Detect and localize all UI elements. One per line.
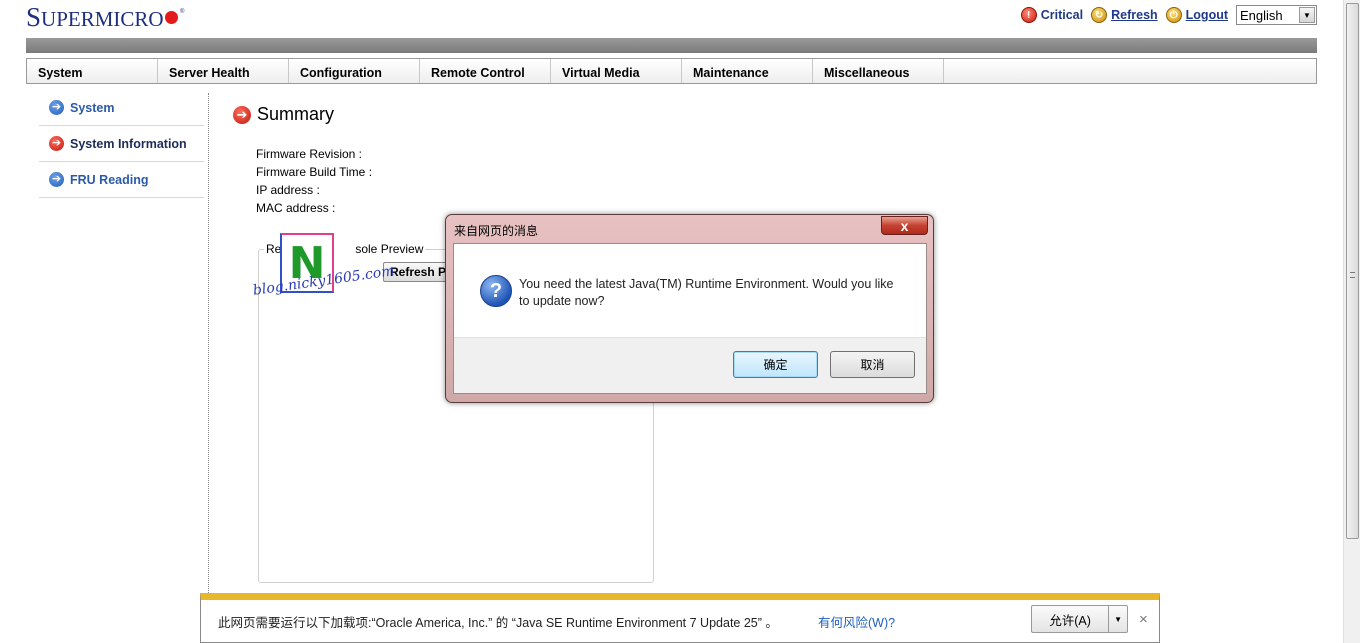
critical-label: Critical (1040, 8, 1084, 22)
nav-server-health[interactable]: Server Health (158, 59, 289, 83)
firmware-revision-label: Firmware Revision : (256, 147, 363, 161)
nav-remote-control[interactable]: Remote Control (420, 59, 551, 83)
scrollbar-thumb[interactable] (1346, 3, 1359, 539)
header-actions: ! Critical ↻ Refresh ⏻ Logout English ▼ (1020, 5, 1317, 25)
chevron-down-icon[interactable]: ▼ (1108, 606, 1127, 632)
arrow-right-circle-red-icon: ➔ (233, 105, 251, 124)
arrow-right-circle-red-icon: ➔ (49, 136, 64, 151)
allow-button[interactable]: 允许(A) ▼ (1031, 605, 1128, 633)
mac-address-label: MAC address : (256, 201, 336, 215)
summary-fields: Firmware Revision : Firmware Build Time … (256, 145, 372, 217)
message-dialog: 来自网页的消息 x ? You need the latest Java(TM)… (445, 214, 934, 403)
nav-virtual-media[interactable]: Virtual Media (551, 59, 682, 83)
cancel-button[interactable]: 取消 (830, 351, 915, 378)
sidebar-divider (208, 93, 209, 593)
refresh-icon: ↻ (1091, 7, 1108, 23)
nav-maintenance[interactable]: Maintenance (682, 59, 813, 83)
arrow-right-circle-blue-icon: ➔ (49, 172, 64, 187)
logo-registered-mark: ® (180, 9, 185, 15)
logo-initial: S (26, 2, 42, 32)
dialog-body: ? You need the latest Java(TM) Runtime E… (453, 243, 927, 394)
language-select[interactable]: English ▼ (1236, 5, 1317, 25)
question-icon: ? (480, 275, 512, 307)
vertical-scrollbar[interactable] (1343, 0, 1360, 643)
firmware-build-time-label: Firmware Build Time : (256, 165, 373, 179)
ip-address-label: IP address : (256, 183, 320, 197)
close-icon: x (900, 217, 909, 234)
language-value: English (1240, 7, 1283, 23)
refresh-link[interactable]: ↻ Refresh (1091, 7, 1158, 23)
page-title: ➔ Summary (233, 104, 334, 125)
addon-notification-bar: 此网页需要运行以下加载项:“Oracle America, Inc.” 的 “J… (200, 593, 1160, 643)
console-preview-legend-end: sole Preview (355, 242, 424, 256)
dialog-title: 来自网页的消息 (454, 224, 539, 238)
nav-miscellaneous[interactable]: Miscellaneous (813, 59, 944, 83)
refresh-label[interactable]: Refresh (1111, 8, 1158, 22)
logo-dot-icon (164, 11, 178, 24)
arrow-right-circle-blue-icon: ➔ (49, 100, 64, 115)
sidebar-item-label: System Information (70, 136, 187, 151)
nav-configuration[interactable]: Configuration (289, 59, 420, 83)
dialog-message: You need the latest Java(TM) Runtime Env… (519, 277, 894, 308)
critical-alert-icon: ! (1020, 7, 1037, 23)
addon-notification-text: 此网页需要运行以下加载项:“Oracle America, Inc.” 的 “J… (218, 616, 778, 630)
logout-link[interactable]: ⏻ Logout (1165, 7, 1228, 23)
risk-link[interactable]: 有何风险(W)? (818, 612, 895, 631)
header-divider-bar (26, 38, 1317, 53)
main-nav: System Server Health Configuration Remot… (26, 58, 1317, 84)
sidebar-item-system[interactable]: ➔ System (39, 90, 204, 126)
close-icon[interactable]: × (1139, 611, 1148, 628)
allow-button-label: 允许(A) (1049, 613, 1091, 628)
dialog-close-button[interactable]: x (881, 216, 928, 235)
sidebar-item-system-information[interactable]: ➔ System Information (39, 126, 204, 162)
critical-indicator[interactable]: ! Critical (1020, 7, 1084, 23)
supermicro-logo: SUPERMICRO (26, 2, 178, 33)
sidebar-item-label: FRU Reading (70, 172, 149, 187)
logout-label[interactable]: Logout (1186, 8, 1228, 22)
sidebar-item-label: System (70, 100, 115, 115)
ok-button[interactable]: 确定 (733, 351, 818, 378)
logo-text: UPERMICRO (41, 7, 164, 31)
page-title-text: Summary (257, 104, 335, 124)
chevron-down-icon[interactable]: ▼ (1299, 7, 1315, 23)
nav-system[interactable]: System (27, 59, 158, 83)
sidebar: ➔ System ➔ System Information ➔ FRU Read… (39, 90, 204, 198)
sidebar-item-fru-reading[interactable]: ➔ FRU Reading (39, 162, 204, 198)
logout-icon: ⏻ (1165, 7, 1182, 23)
dialog-footer: 确定 取消 (454, 337, 926, 393)
scrollbar-grip-icon (1350, 272, 1355, 278)
